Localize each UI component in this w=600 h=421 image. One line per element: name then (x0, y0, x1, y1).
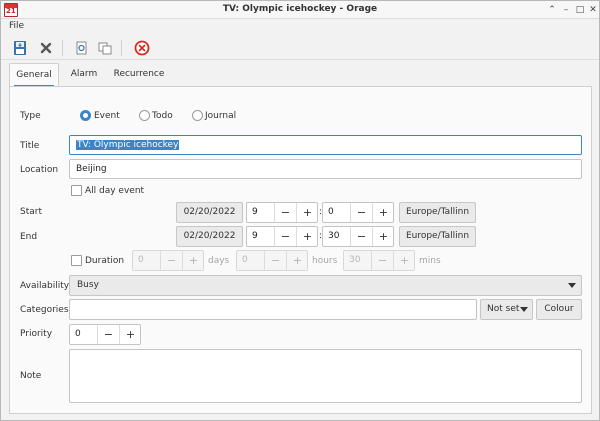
delete-icon[interactable] (132, 38, 152, 58)
tab-general[interactable]: General (9, 63, 59, 87)
start-hour-spin[interactable]: 9 − + (246, 202, 318, 223)
hours-label: hours (312, 256, 338, 266)
start-minute-decrement[interactable]: − (350, 203, 372, 222)
availability-dropdown[interactable]: Busy (69, 275, 582, 296)
start-date-button[interactable]: 02/20/2022 (176, 202, 243, 223)
note-label: Note (20, 371, 42, 381)
close-window-button[interactable]: ✕ (586, 3, 600, 17)
priority-decrement[interactable]: − (97, 325, 119, 344)
chevron-down-icon (568, 283, 576, 288)
minimize-up-icon[interactable]: ⌃ (545, 3, 559, 17)
priority-increment[interactable]: + (119, 325, 141, 344)
note-textarea[interactable] (69, 349, 582, 403)
radio-journal-label[interactable]: Journal (205, 111, 236, 121)
end-timezone-button[interactable]: Europe/Tallinn (399, 226, 476, 247)
toolbar (1, 35, 599, 60)
radio-event[interactable] (80, 110, 91, 121)
categories-label: Categories (20, 305, 69, 315)
colour-button[interactable]: Colour (536, 299, 582, 320)
duplicate-icon[interactable] (71, 38, 91, 58)
end-minute-increment[interactable]: + (372, 227, 394, 246)
maximize-button[interactable]: □ (573, 3, 587, 17)
start-minute-spin[interactable]: 0 − + (322, 202, 394, 223)
menu-bar: File (1, 19, 599, 34)
categories-input[interactable] (69, 299, 477, 320)
tab-alarm[interactable]: Alarm (64, 63, 104, 87)
priority-label: Priority (20, 329, 53, 339)
copy-icon[interactable] (95, 38, 115, 58)
start-hour-increment[interactable]: + (296, 203, 318, 222)
availability-label: Availability (20, 281, 70, 291)
radio-event-label[interactable]: Event (94, 111, 120, 121)
radio-todo-label[interactable]: Todo (152, 111, 173, 121)
window-title: TV: Olympic icehockey - Orage (222, 4, 378, 14)
duration-checkbox[interactable] (71, 255, 82, 266)
minimize-button[interactable]: – (559, 3, 573, 17)
start-label: Start (20, 207, 42, 217)
duration-label[interactable]: Duration (85, 256, 124, 266)
all-day-label[interactable]: All day event (85, 186, 144, 196)
chevron-down-icon (520, 307, 528, 312)
end-date-button[interactable]: 02/20/2022 (176, 226, 243, 247)
start-hour-decrement[interactable]: − (274, 203, 296, 222)
end-minute-decrement[interactable]: − (350, 227, 372, 246)
all-day-checkbox[interactable] (71, 185, 82, 196)
tab-bar: General Alarm Recurrence (9, 63, 592, 87)
end-hour-decrement[interactable]: − (274, 227, 296, 246)
start-timezone-button[interactable]: Europe/Tallinn (399, 202, 476, 223)
title-value: TV: Olympic icehockey (76, 140, 180, 150)
title-label: Title (20, 141, 40, 151)
location-input[interactable]: Beijing (69, 159, 582, 179)
menu-file[interactable]: File (9, 21, 24, 31)
end-minute-spin[interactable]: 30 − + (322, 226, 394, 247)
priority-spin[interactable]: 0 − + (69, 324, 141, 345)
categories-not-set-button[interactable]: Not set (480, 299, 533, 320)
end-label: End (20, 232, 38, 242)
days-label: days (208, 256, 230, 266)
type-label: Type (20, 111, 41, 121)
duration-days-spin[interactable]: 0 − + (132, 250, 204, 271)
close-x-icon[interactable] (36, 38, 56, 58)
location-label: Location (20, 165, 59, 175)
end-hour-spin[interactable]: 9 − + (246, 226, 318, 247)
title-bar: 21 TV: Olympic icehockey - Orage ⌃ – □ ✕ (1, 1, 599, 19)
radio-journal[interactable] (192, 110, 203, 121)
orage-event-window: 21 TV: Olympic icehockey - Orage ⌃ – □ ✕… (0, 0, 600, 421)
general-panel: Type Event Todo Journal Title TV: Olympi… (9, 86, 592, 414)
duration-hours-spin[interactable]: 0 − + (236, 250, 308, 271)
save-icon[interactable] (10, 38, 30, 58)
radio-todo[interactable] (139, 110, 150, 121)
title-input[interactable]: TV: Olympic icehockey (69, 135, 582, 155)
tab-recurrence[interactable]: Recurrence (109, 63, 169, 87)
duration-mins-spin[interactable]: 30 − + (343, 250, 415, 271)
start-minute-increment[interactable]: + (372, 203, 394, 222)
mins-label: mins (419, 256, 441, 266)
end-hour-increment[interactable]: + (296, 227, 318, 246)
